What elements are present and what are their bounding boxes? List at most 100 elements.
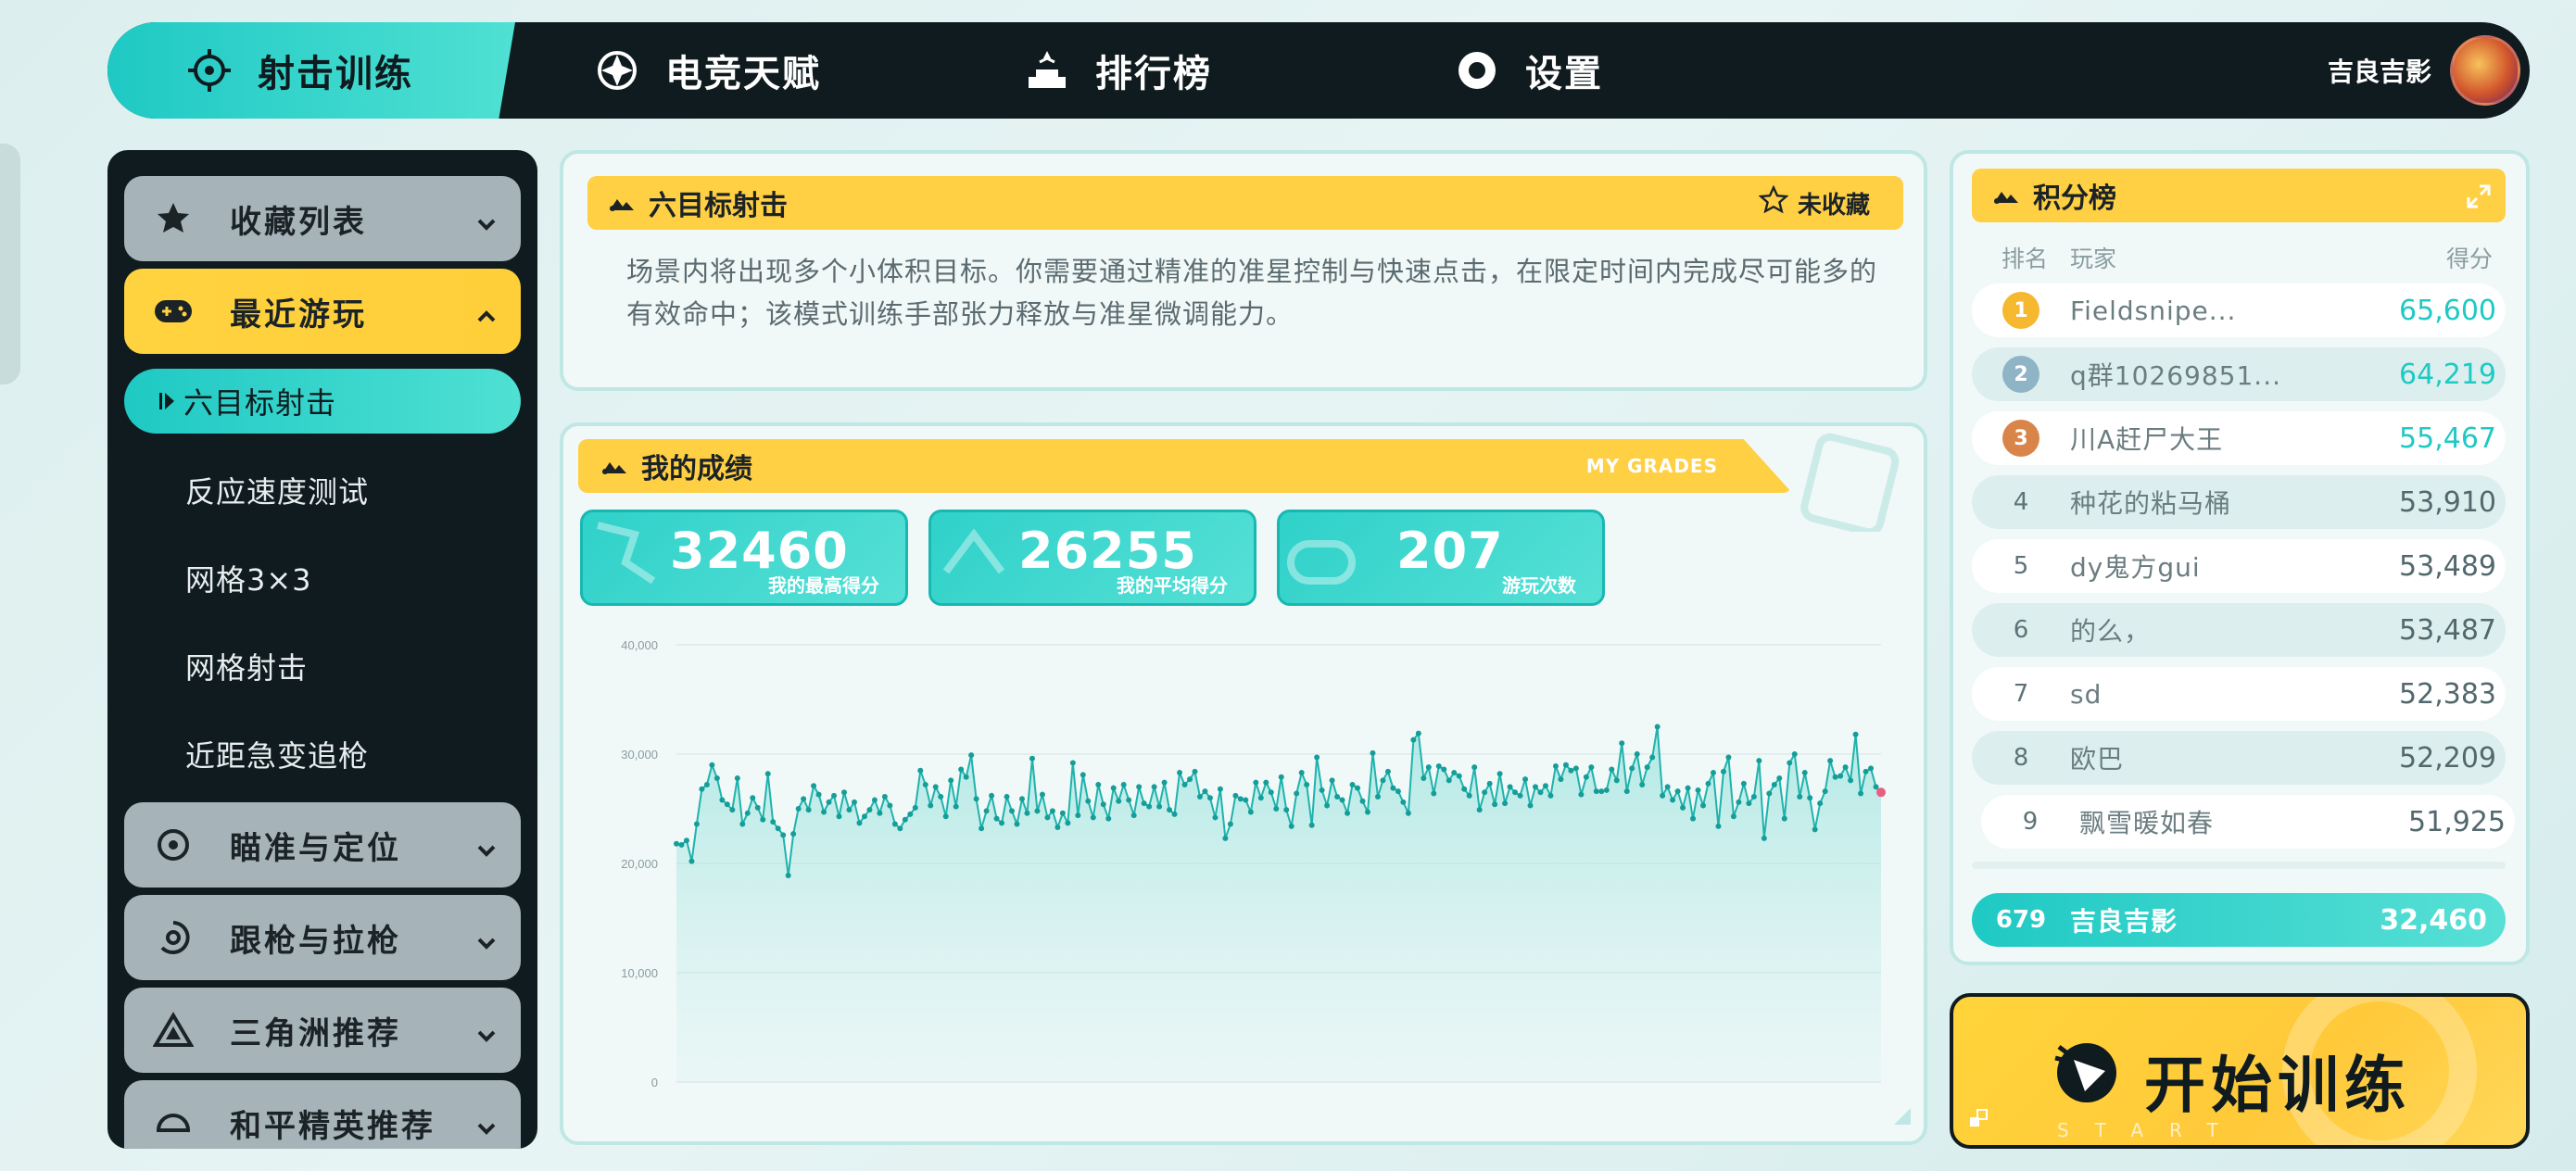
data-point[interactable] (764, 771, 771, 777)
data-point[interactable] (1034, 808, 1041, 814)
data-point[interactable] (1029, 755, 1035, 762)
data-point[interactable] (938, 794, 944, 800)
data-point[interactable] (866, 807, 873, 813)
data-point[interactable] (1750, 794, 1757, 800)
data-point[interactable] (1492, 801, 1498, 808)
data-point[interactable] (1756, 758, 1762, 764)
data-point[interactable] (907, 811, 914, 817)
data-point[interactable] (1822, 788, 1828, 795)
data-point[interactable] (1345, 810, 1351, 816)
category-favorites[interactable]: 收藏列表 (124, 176, 521, 261)
data-point[interactable] (942, 813, 949, 820)
data-point[interactable] (815, 791, 822, 798)
leaderboard-row[interactable]: 5 dy鬼方gui 53,489 (1972, 539, 2506, 593)
data-point[interactable] (1232, 792, 1239, 799)
data-point[interactable] (861, 813, 867, 820)
data-point[interactable] (1212, 814, 1219, 821)
data-point[interactable] (979, 825, 985, 832)
data-point[interactable] (1263, 779, 1269, 786)
data-point[interactable] (1736, 799, 1742, 805)
data-point[interactable] (1670, 797, 1676, 803)
data-point[interactable] (928, 802, 934, 809)
data-point[interactable] (1278, 774, 1284, 780)
data-point[interactable] (1801, 770, 1808, 776)
data-point[interactable] (1690, 815, 1697, 822)
data-point[interactable] (1730, 813, 1736, 820)
data-point[interactable] (1044, 814, 1051, 821)
recent-item[interactable]: 近距急变追枪 (124, 722, 521, 787)
data-point[interactable] (1085, 798, 1092, 804)
data-point[interactable] (1004, 794, 1010, 800)
data-point[interactable] (724, 801, 730, 808)
data-point[interactable] (1268, 789, 1274, 796)
data-point[interactable] (1781, 815, 1787, 822)
data-point[interactable] (1471, 764, 1478, 771)
data-point[interactable] (1720, 768, 1726, 774)
data-point[interactable] (877, 810, 883, 816)
data-point[interactable] (1298, 770, 1305, 776)
data-point[interactable] (1192, 768, 1198, 774)
data-point[interactable] (1435, 762, 1442, 769)
data-point[interactable] (1797, 794, 1803, 800)
data-point[interactable] (1533, 784, 1539, 790)
data-point[interactable] (1613, 777, 1620, 784)
data-point[interactable] (1100, 801, 1106, 808)
data-point[interactable] (1446, 777, 1452, 784)
data-point[interactable] (993, 815, 1000, 822)
data-point[interactable] (891, 821, 898, 827)
data-point[interactable] (968, 752, 975, 759)
data-point[interactable] (734, 774, 740, 781)
data-point[interactable] (1568, 767, 1574, 774)
data-point[interactable] (1598, 788, 1605, 795)
data-point[interactable] (1171, 811, 1178, 817)
data-point[interactable] (1370, 749, 1376, 756)
data-point[interactable] (1390, 785, 1396, 791)
data-point[interactable] (1349, 782, 1356, 788)
data-point[interactable] (1876, 787, 1886, 798)
data-point[interactable] (999, 820, 1005, 826)
data-point[interactable] (795, 806, 802, 812)
data-point[interactable] (1858, 790, 1864, 797)
data-point[interactable] (1222, 835, 1229, 841)
data-point[interactable] (1873, 784, 1879, 790)
data-point[interactable] (1572, 765, 1579, 772)
favorite-toggle[interactable]: 未收藏 (1758, 184, 1870, 221)
data-point[interactable] (983, 808, 990, 814)
data-point[interactable] (1623, 788, 1630, 795)
data-point[interactable] (1384, 768, 1391, 774)
recent-item[interactable]: 网格射击 (124, 634, 521, 699)
data-point[interactable] (699, 786, 705, 792)
nav-tab-settings[interactable]: 设置 (1453, 22, 1603, 119)
data-point[interactable] (1177, 770, 1183, 776)
data-point[interactable] (1395, 788, 1401, 795)
leaderboard-row[interactable]: 2 q群10269851... 64,219 (1972, 347, 2506, 401)
resize-handle-icon[interactable] (1890, 1104, 1911, 1128)
data-point[interactable] (729, 807, 736, 813)
data-point[interactable] (1187, 776, 1193, 783)
data-point[interactable] (1319, 787, 1325, 793)
data-point[interactable] (790, 831, 797, 837)
data-point[interactable] (948, 777, 954, 784)
data-point[interactable] (1039, 791, 1045, 798)
data-point[interactable] (1243, 797, 1249, 803)
data-point[interactable] (922, 782, 928, 788)
category-pubg-recommend[interactable]: 和平精英推荐 (124, 1080, 521, 1149)
leaderboard-row[interactable]: 8 欧巴 52,209 (1972, 731, 2506, 785)
data-point[interactable] (1771, 782, 1777, 788)
data-point[interactable] (1517, 792, 1523, 799)
data-point[interactable] (1075, 812, 1081, 819)
data-point[interactable] (1374, 794, 1381, 800)
data-point[interactable] (1842, 764, 1849, 771)
data-point[interactable] (1167, 807, 1173, 813)
leaderboard-row[interactable]: 6 的么， 53,487 (1972, 603, 2506, 657)
data-point[interactable] (1848, 777, 1854, 784)
data-point[interactable] (1507, 784, 1513, 790)
category-tracking[interactable]: 跟枪与拉枪 (124, 895, 521, 980)
data-point[interactable] (1283, 807, 1290, 813)
data-point[interactable] (1130, 812, 1137, 819)
leaderboard-row[interactable]: 3 川A赶尸大王 55,467 (1972, 411, 2506, 465)
data-point[interactable] (1304, 782, 1310, 788)
data-point[interactable] (1151, 784, 1157, 790)
data-point[interactable] (1705, 780, 1711, 787)
data-point[interactable] (973, 796, 979, 802)
